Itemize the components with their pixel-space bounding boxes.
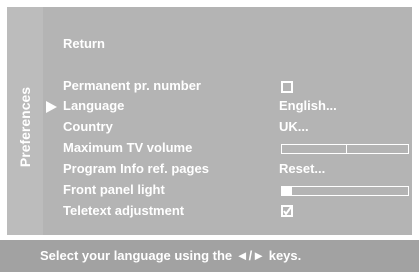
checked-checkbox-icon[interactable] — [281, 205, 293, 217]
section-title-text: Preferences — [17, 86, 33, 168]
permanent-pr-number-checkbox[interactable] — [281, 81, 293, 93]
menu-item-country[interactable]: Country — [63, 119, 113, 135]
country-value[interactable]: UK... — [279, 119, 309, 135]
return-item[interactable]: Return — [63, 36, 105, 52]
front-panel-light-slider[interactable] — [281, 186, 409, 196]
volume-slider-marker — [346, 145, 347, 153]
menu-item-language[interactable]: Language — [63, 98, 124, 114]
maximum-tv-volume-slider[interactable] — [281, 144, 409, 154]
front-panel-light-fill — [282, 187, 293, 195]
language-value[interactable]: English... — [279, 98, 337, 114]
status-bar: Select your language using the ◄/► keys. — [0, 240, 419, 272]
menu-item-front-panel-light[interactable]: Front panel light — [63, 182, 165, 198]
program-info-reset-value[interactable]: Reset... — [279, 161, 325, 177]
menu-item-maximum-tv-volume[interactable]: Maximum TV volume — [63, 140, 192, 156]
menu-item-teletext-adjustment[interactable]: Teletext adjustment — [63, 203, 184, 219]
menu-item-permanent-pr-number[interactable]: Permanent pr. number — [63, 78, 201, 94]
menu-panel: Preferences Return Permanent pr. number … — [7, 7, 412, 235]
menu-item-program-info-ref-pages[interactable]: Program Info ref. pages — [63, 161, 209, 177]
tv-menu-screen: Preferences Return Permanent pr. number … — [0, 0, 419, 272]
status-hint-text: Select your language using the ◄/► keys. — [40, 248, 302, 263]
play-arrow-icon — [46, 101, 57, 113]
